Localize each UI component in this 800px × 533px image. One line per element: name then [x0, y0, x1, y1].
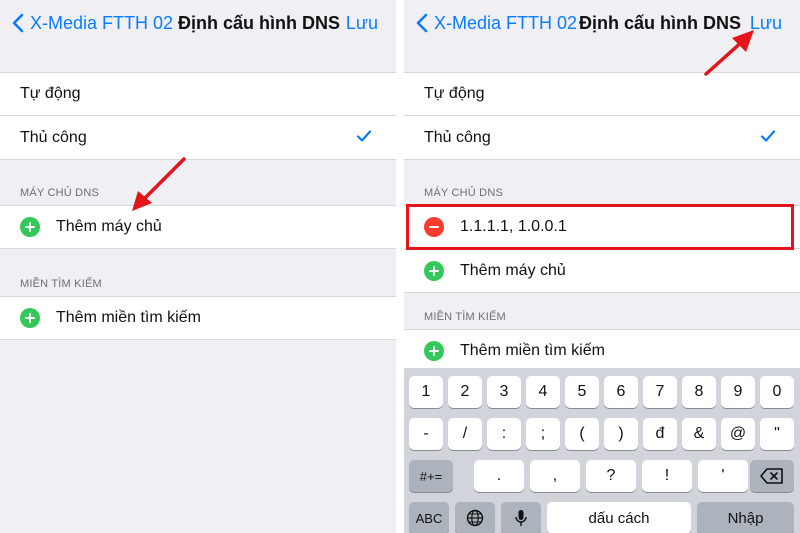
key-symbols-toggle[interactable]: #+= — [409, 460, 453, 492]
key-1[interactable]: 1 — [409, 376, 443, 408]
dns-mode-automatic[interactable]: Tự động — [0, 72, 396, 116]
add-server-label: Thêm máy chủ — [56, 218, 162, 235]
key-6[interactable]: 6 — [604, 376, 638, 408]
manual-label: Thủ công — [424, 128, 491, 146]
key-4[interactable]: 4 — [526, 376, 560, 408]
key-open-paren[interactable]: ( — [565, 418, 599, 450]
navigation-bar: X-Media FTTH 02 Định cấu hình DNS Lưu — [0, 0, 396, 48]
manual-label: Thủ công — [20, 128, 87, 146]
add-green-icon[interactable] — [424, 260, 444, 281]
add-green-icon[interactable] — [424, 341, 444, 361]
key-question[interactable]: ? — [586, 460, 636, 492]
key-quote[interactable]: " — [760, 418, 794, 450]
delete-red-icon[interactable] — [424, 217, 444, 237]
space-key[interactable]: dấu cách — [547, 502, 691, 533]
key-9[interactable]: 9 — [721, 376, 755, 408]
numeric-keyboard: 1 2 3 4 5 6 7 8 9 0 - / : ; ( ) đ & @ " … — [404, 368, 800, 533]
automatic-label: Tự động — [424, 85, 485, 102]
checkmark-icon — [356, 130, 372, 142]
key-dash[interactable]: - — [409, 418, 443, 450]
search-domains-header: MIỀN TÌM KIẾM — [20, 278, 102, 290]
key-0[interactable]: 0 — [760, 376, 794, 408]
navigation-bar: X-Media FTTH 02 Định cấu hình DNS Lưu — [404, 0, 800, 48]
key-2[interactable]: 2 — [448, 376, 482, 408]
chevron-left-icon — [416, 13, 428, 33]
key-semicolon[interactable]: ; — [526, 418, 560, 450]
globe-key[interactable] — [455, 502, 495, 533]
key-close-paren[interactable]: ) — [604, 418, 638, 450]
dns-server-entry-row[interactable]: 1.1.1.1, 1.0.0.1 — [404, 205, 800, 249]
globe-icon — [466, 509, 484, 527]
key-d-stroke[interactable]: đ — [643, 418, 677, 450]
back-button-label: X-Media FTTH 02 — [30, 12, 174, 33]
save-button[interactable]: Lưu — [750, 9, 782, 37]
back-button-label: X-Media FTTH 02 — [434, 12, 578, 33]
dns-servers-header: MÁY CHỦ DNS — [424, 187, 504, 199]
search-domains-header: MIỀN TÌM KIẾM — [424, 311, 506, 323]
back-button[interactable]: X-Media FTTH 02 — [12, 9, 173, 37]
key-period[interactable]: . — [474, 460, 524, 492]
dns-mode-automatic[interactable]: Tự động — [404, 72, 800, 116]
dictation-key[interactable] — [501, 502, 541, 533]
key-colon[interactable]: : — [487, 418, 521, 450]
add-search-domain-row[interactable]: Thêm miền tìm kiếm — [404, 329, 800, 373]
add-green-icon[interactable] — [20, 308, 40, 328]
add-search-domain-label: Thêm miền tìm kiếm — [56, 309, 201, 326]
add-server-row[interactable]: Thêm máy chủ — [404, 249, 800, 293]
save-button[interactable]: Lưu — [346, 9, 378, 37]
back-button[interactable]: X-Media FTTH 02 — [416, 9, 577, 37]
delete-key[interactable] — [750, 460, 794, 492]
key-comma[interactable]: , — [530, 460, 580, 492]
left-screenshot-panel: X-Media FTTH 02 Định cấu hình DNS Lưu Tự… — [0, 0, 396, 533]
add-search-domain-label: Thêm miền tìm kiếm — [460, 342, 605, 359]
dns-mode-manual[interactable]: Thủ công — [0, 116, 396, 160]
microphone-icon — [515, 510, 527, 526]
key-5[interactable]: 5 — [565, 376, 599, 408]
key-abc[interactable]: ABC — [409, 502, 449, 533]
return-key[interactable]: Nhập — [697, 502, 794, 533]
dns-servers-header: MÁY CHỦ DNS — [20, 187, 100, 199]
add-server-row[interactable]: Thêm máy chủ — [0, 205, 396, 249]
page-title: Định cấu hình DNS — [178, 13, 340, 33]
dns-server-value[interactable]: 1.1.1.1, 1.0.0.1 — [460, 218, 567, 236]
key-apostrophe[interactable]: ' — [698, 460, 748, 492]
key-exclamation[interactable]: ! — [642, 460, 692, 492]
checkmark-icon — [760, 130, 776, 142]
key-8[interactable]: 8 — [682, 376, 716, 408]
dns-mode-manual[interactable]: Thủ công — [404, 116, 800, 160]
add-search-domain-row[interactable]: Thêm miền tìm kiếm — [0, 296, 396, 340]
key-at[interactable]: @ — [721, 418, 755, 450]
add-green-icon[interactable] — [20, 217, 40, 237]
chevron-left-icon — [12, 13, 24, 33]
automatic-label: Tự động — [20, 85, 81, 102]
page-title: Định cấu hình DNS — [579, 13, 741, 33]
key-3[interactable]: 3 — [487, 376, 521, 408]
key-slash[interactable]: / — [448, 418, 482, 450]
add-server-label: Thêm máy chủ — [460, 261, 566, 279]
key-7[interactable]: 7 — [643, 376, 677, 408]
key-ampersand[interactable]: & — [682, 418, 716, 450]
backspace-icon — [760, 468, 783, 484]
right-screenshot-panel: X-Media FTTH 02 Định cấu hình DNS Lưu Tự… — [404, 0, 800, 533]
